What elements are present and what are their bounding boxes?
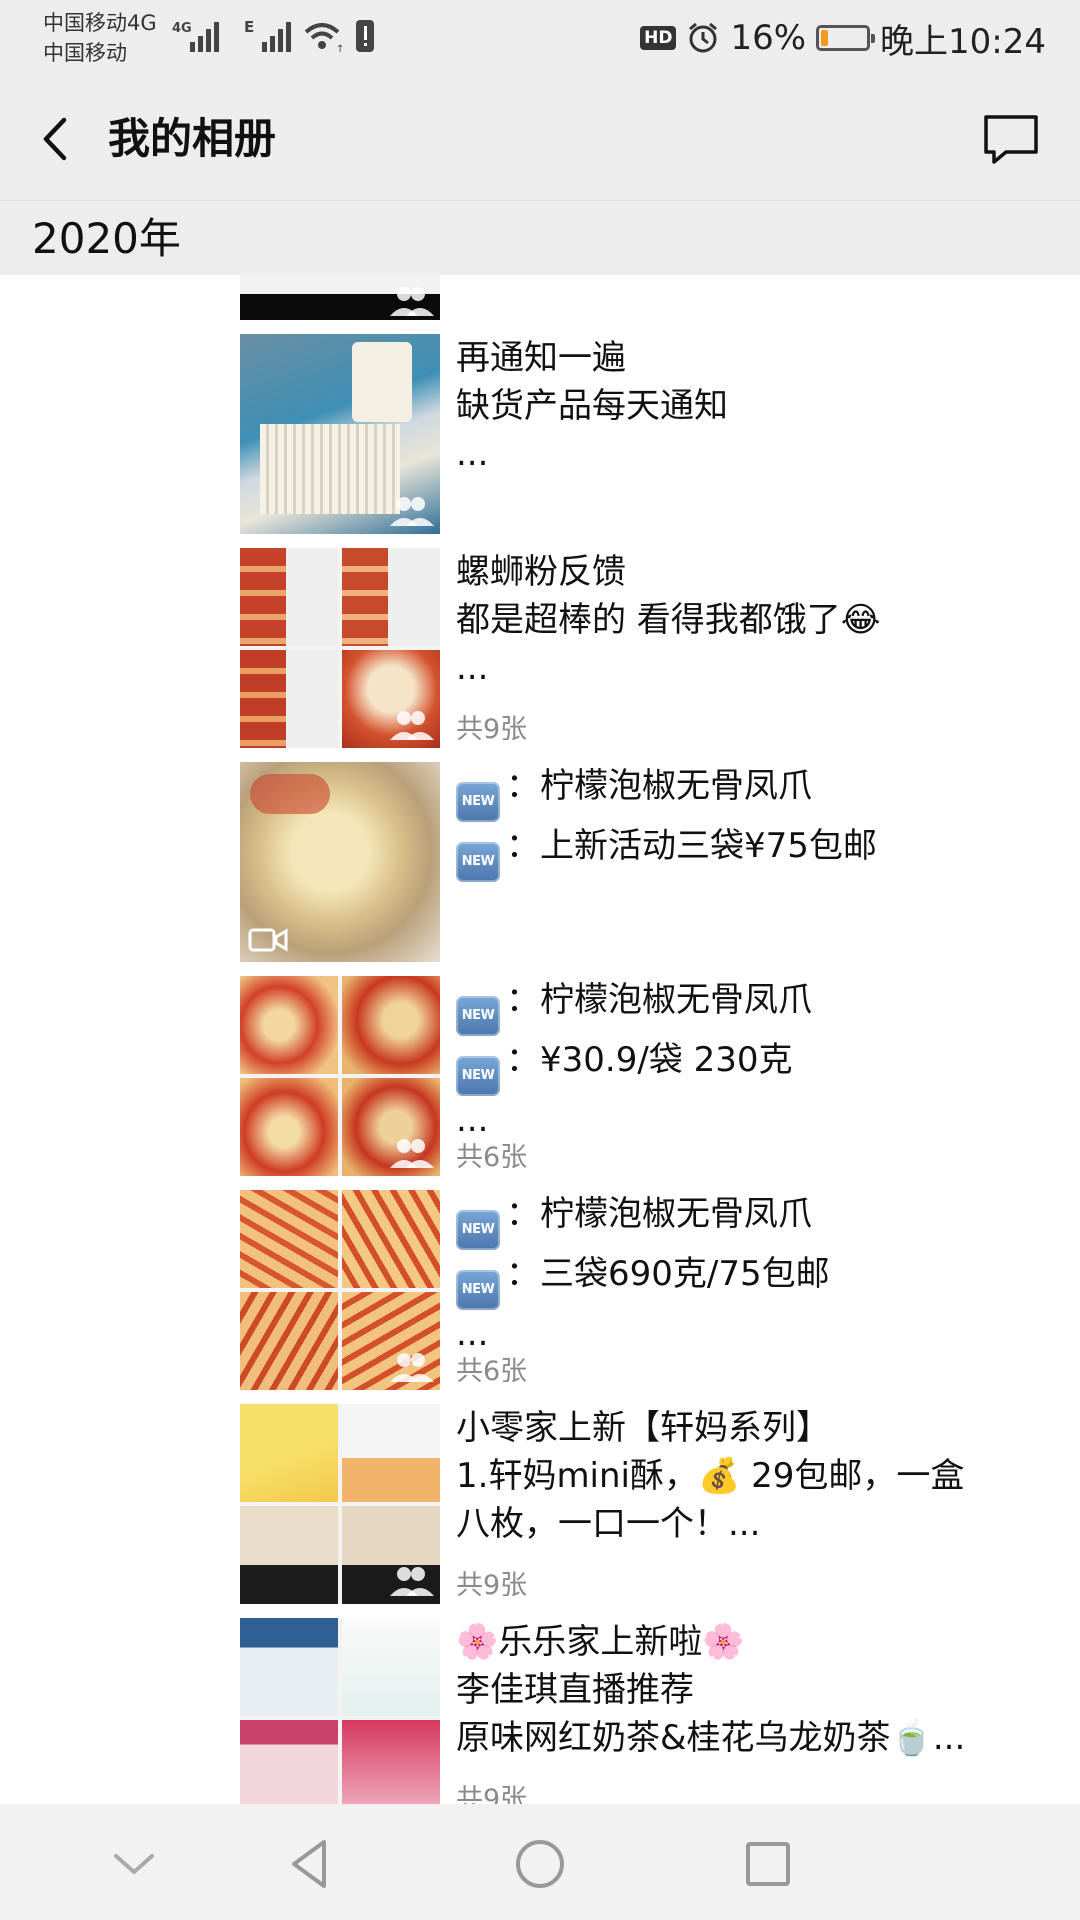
post-text: 螺蛳粉反馈 都是超棒的 看得我都饿了😂 ... — [456, 548, 1056, 692]
post-line: 原味网红奶茶&桂花乌龙奶茶🍵... — [456, 1718, 966, 1758]
post-line: ... — [456, 648, 489, 688]
post-text: NEW ：柠檬泡椒无骨凤爪 NEW ：三袋690克/75包邮 ... — [456, 1190, 1056, 1358]
chevron-down-icon[interactable] — [104, 1834, 164, 1894]
alarm-icon — [689, 22, 718, 53]
status-right: HD 16% 晚上10:24 — [640, 14, 1046, 62]
system-nav-bar — [0, 1804, 1080, 1920]
people-icon — [390, 287, 434, 316]
new-icon: NEW — [456, 782, 500, 822]
carrier-2: 中国移动 — [43, 41, 127, 65]
post-line: ：柠檬泡椒无骨凤爪 — [506, 766, 812, 806]
year-label: 2020年 — [32, 214, 181, 263]
circle-home-icon[interactable] — [510, 1834, 570, 1894]
year-header: 2020年 — [0, 200, 1080, 275]
new-icon: NEW — [456, 1210, 500, 1250]
post-line: 🌸乐乐家上新啦🌸 — [456, 1622, 745, 1662]
post-line: 1.轩妈mini酥，💰 29包邮，一盒 — [456, 1456, 965, 1496]
post-line: 再通知一遍 — [456, 338, 626, 378]
hd-badge: HD — [640, 26, 677, 50]
post-text: 再通知一遍 缺货产品每天通知 ... — [456, 334, 1056, 478]
post-line: ... — [456, 1100, 489, 1140]
post-thumbnail[interactable] — [240, 334, 440, 534]
new-icon: NEW — [456, 1056, 500, 1096]
new-icon: NEW — [456, 842, 500, 882]
post-line: ：¥30.9/袋 230克 — [506, 1040, 793, 1080]
post-line: ：上新活动三袋¥75包邮 — [506, 826, 877, 866]
status-bar: 中国移动4G 中国移动 4G E ↑↓ HD 16% 晚上10:24 — [0, 0, 1080, 78]
battery-icon — [816, 25, 876, 51]
svg-text:↑↓: ↑↓ — [336, 44, 346, 54]
new-icon: NEW — [456, 1270, 500, 1310]
clock: 晚上10:24 — [880, 21, 1046, 62]
wifi-icon: ↑↓ — [304, 23, 346, 54]
triangle-back-icon[interactable] — [280, 1834, 340, 1894]
post-line: 缺货产品每天通知 — [456, 386, 728, 426]
partial-thumbnail[interactable] — [240, 274, 440, 320]
post-line: ... — [456, 1314, 489, 1354]
photo-count: 共6张 — [456, 1142, 528, 1173]
square-recent-icon[interactable] — [738, 1834, 798, 1894]
post-thumbnail[interactable] — [240, 976, 440, 1176]
alert-icon — [356, 20, 374, 52]
page-title: 我的相册 — [108, 114, 277, 163]
post-line: 八枚，一口一个！... — [456, 1504, 761, 1544]
post-line: ：柠檬泡椒无骨凤爪 — [506, 1194, 812, 1234]
post-thumbnail[interactable] — [240, 762, 440, 962]
signal-icon-2: E — [244, 18, 291, 52]
post-line: 小零家上新【轩妈系列】 — [456, 1408, 830, 1448]
post-text: NEW ：柠檬泡椒无骨凤爪 NEW ：¥30.9/袋 230克 ... — [456, 976, 1056, 1144]
post-text: 小零家上新【轩妈系列】 1.轩妈mini酥，💰 29包邮，一盒 八枚，一口一个！… — [456, 1404, 1056, 1548]
chevron-left-icon[interactable] — [32, 108, 82, 170]
post-thumbnail[interactable] — [240, 1618, 440, 1804]
new-icon: NEW — [456, 996, 500, 1036]
post-line: 都是超棒的 看得我都饿了😂 — [456, 600, 881, 640]
post-text: 🌸乐乐家上新啦🌸 李佳琪直播推荐 原味网红奶茶&桂花乌龙奶茶🍵... — [456, 1618, 1056, 1762]
people-icon — [390, 1139, 434, 1168]
photo-count: 共9张 — [456, 1784, 528, 1804]
signal-icon: 4G — [172, 21, 219, 52]
signal-label-2: E — [244, 18, 254, 36]
post-line: ... — [456, 434, 489, 474]
people-icon — [390, 497, 434, 526]
people-icon — [390, 711, 434, 740]
carrier-info: 中国移动4G 中国移动 — [43, 8, 157, 68]
post-thumbnail[interactable] — [240, 548, 440, 748]
post-line: ：柠檬泡椒无骨凤爪 — [506, 980, 812, 1020]
carrier-1: 中国移动4G — [43, 11, 157, 35]
people-icon — [390, 1353, 434, 1382]
photo-count: 共9张 — [456, 714, 528, 745]
title-bar: 我的相册 — [0, 78, 1080, 200]
photo-count: 共9张 — [456, 1570, 528, 1601]
post-text: NEW ：柠檬泡椒无骨凤爪 NEW ：上新活动三袋¥75包邮 — [456, 762, 1056, 882]
battery-percent: 16% — [730, 18, 807, 58]
post-line: 李佳琪直播推荐 — [456, 1670, 694, 1710]
post-line: ：三袋690克/75包邮 — [506, 1254, 830, 1294]
signal-label-1: 4G — [172, 21, 192, 36]
post-thumbnail[interactable] — [240, 1190, 440, 1390]
message-bubble-icon[interactable] — [982, 112, 1040, 168]
video-icon — [248, 928, 288, 952]
post-thumbnail[interactable] — [240, 1404, 440, 1604]
people-icon — [390, 1567, 434, 1596]
album-list: 再通知一遍 缺货产品每天通知 ... 螺蛳粉反馈 都是超棒的 看得我都饿了� — [0, 274, 1080, 1804]
post-line: 螺蛳粉反馈 — [456, 552, 626, 592]
photo-count: 共6张 — [456, 1356, 528, 1387]
